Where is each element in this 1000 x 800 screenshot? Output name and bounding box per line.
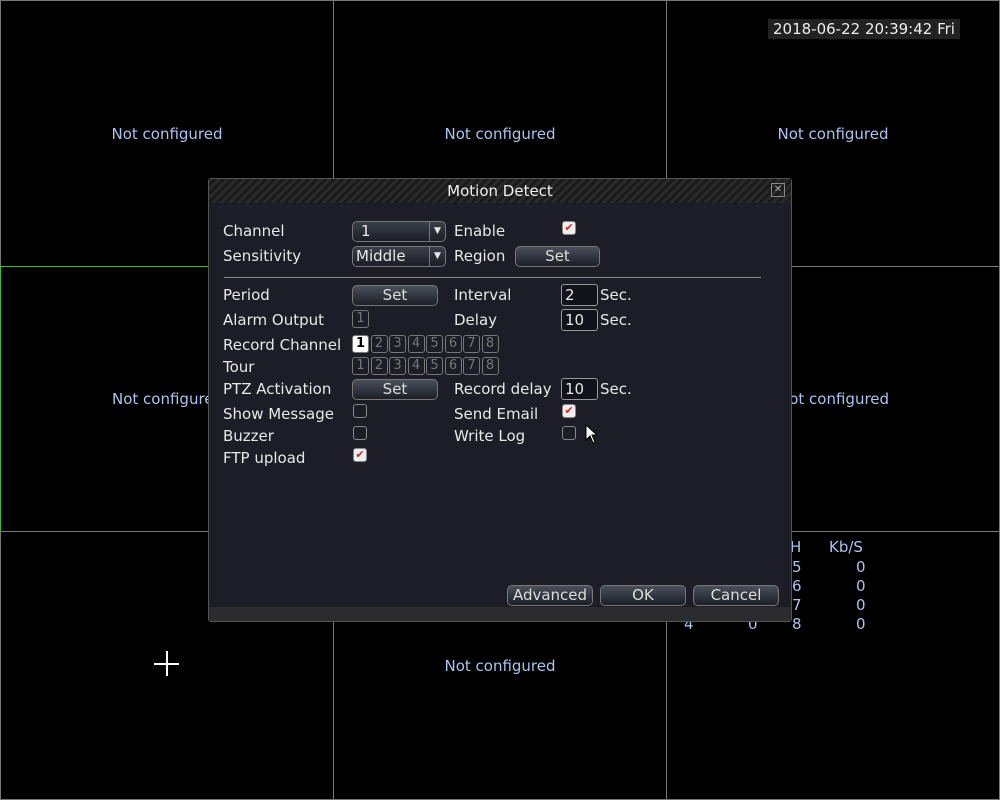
close-icon[interactable]: ✕ <box>771 183 785 197</box>
send-email-checkbox[interactable]: ✔ <box>562 404 576 418</box>
rec-channel-5[interactable]: 5 <box>426 335 443 353</box>
interval-unit: Sec. <box>600 286 632 304</box>
sensitivity-label: Sensitivity <box>223 247 302 265</box>
tour-label: Tour <box>223 358 255 376</box>
sensitivity-value: Middle <box>356 247 406 265</box>
motion-detect-dialog: Motion Detect ✕ Channel 1 ▼ Enable ✔ Sensi… <box>208 178 792 622</box>
record-delay-input[interactable]: 10 <box>561 378 598 400</box>
status-header-kbs: Kb/S <box>829 538 863 556</box>
tour-channel-8[interactable]: 8 <box>481 357 499 375</box>
ftp-upload-checkbox[interactable]: ✔ <box>353 448 367 462</box>
ptz-label: PTZ Activation <box>223 380 332 398</box>
crosshair-icon-v <box>166 651 168 676</box>
tour-channel-2[interactable]: 2 <box>370 357 388 375</box>
tour-channel-7[interactable]: 7 <box>463 357 480 375</box>
sensitivity-select[interactable]: Middle ▼ <box>352 246 446 267</box>
dialog-title: Motion Detect <box>447 182 553 200</box>
enable-label: Enable <box>454 222 506 240</box>
rec-channel-8[interactable]: 8 <box>481 335 499 353</box>
chevron-down-icon: ▼ <box>429 222 445 241</box>
buzzer-checkbox[interactable] <box>353 426 367 440</box>
show-message-checkbox[interactable] <box>353 404 367 418</box>
record-delay-unit: Sec. <box>600 380 632 398</box>
status-kbs: 0 <box>856 558 866 576</box>
rec-channel-4[interactable]: 4 <box>407 335 425 353</box>
chevron-down-icon: ▼ <box>429 247 445 266</box>
ptz-set-button[interactable]: Set <box>352 379 438 400</box>
timestamp: 2018-06-22 20:39:42 Fri <box>768 19 960 39</box>
cell-status: Not configured <box>111 124 223 143</box>
status-kbs: 0 <box>856 596 866 614</box>
advanced-button[interactable]: Advanced <box>507 585 593 606</box>
delay-unit: Sec. <box>600 311 632 329</box>
ftp-upload-label: FTP upload <box>223 449 306 467</box>
cell-status: Not configured <box>778 390 890 408</box>
rec-channel-6[interactable]: 6 <box>444 335 462 353</box>
tour-channel-4[interactable]: 4 <box>407 357 425 375</box>
status-ch: 6 <box>792 577 802 595</box>
send-email-label: Send Email <box>454 405 539 423</box>
alarm-output-label: Alarm Output <box>223 311 325 329</box>
cell-status: Not configured <box>444 656 556 675</box>
rec-channel-1[interactable]: 1 <box>352 335 369 353</box>
mouse-cursor-icon <box>585 424 597 444</box>
channel-select[interactable]: 1 ▼ <box>352 221 446 242</box>
period-set-button[interactable]: Set <box>352 285 438 306</box>
ok-button[interactable]: OK <box>600 585 686 606</box>
show-message-label: Show Message <box>223 405 334 423</box>
region-set-button[interactable]: Set <box>515 246 600 267</box>
tour-channel-6[interactable]: 6 <box>444 357 462 375</box>
status-kbs: 0 <box>856 615 866 633</box>
period-label: Period <box>223 286 270 304</box>
status-ch: 7 <box>792 596 802 614</box>
cell-status: Not configured <box>112 390 224 408</box>
buzzer-label: Buzzer <box>223 427 274 445</box>
alarm-output-1[interactable]: 1 <box>352 310 369 328</box>
tour-channel-3[interactable]: 3 <box>389 357 406 375</box>
delay-label: Delay <box>454 311 498 329</box>
rec-channel-2[interactable]: 2 <box>370 335 388 353</box>
tour-channel-5[interactable]: 5 <box>426 357 443 375</box>
status-ch: 8 <box>792 615 802 633</box>
record-channel-label: Record Channel <box>223 336 342 354</box>
record-delay-label: Record delay <box>454 380 552 398</box>
dialog-footer <box>209 607 791 621</box>
region-label: Region <box>454 247 506 265</box>
write-log-label: Write Log <box>454 427 526 445</box>
status-ch: 5 <box>792 558 802 576</box>
cell-status: Not configured <box>777 124 889 143</box>
write-log-checkbox[interactable] <box>562 426 576 440</box>
status-kbs: 0 <box>856 577 866 595</box>
tour-channel-1[interactable]: 1 <box>352 357 369 375</box>
channel-value: 1 <box>361 222 371 240</box>
interval-label: Interval <box>454 286 512 304</box>
rec-channel-3[interactable]: 3 <box>389 335 406 353</box>
cell-status: Not configured <box>444 124 556 143</box>
delay-input[interactable]: 10 <box>561 309 598 331</box>
enable-checkbox[interactable]: ✔ <box>562 221 576 235</box>
cancel-button[interactable]: Cancel <box>693 585 779 606</box>
rec-channel-7[interactable]: 7 <box>463 335 480 353</box>
interval-input[interactable]: 2 <box>561 284 598 306</box>
channel-label: Channel <box>223 222 285 240</box>
dialog-title-bar[interactable]: Motion Detect ✕ <box>209 179 791 203</box>
divider <box>224 277 761 278</box>
